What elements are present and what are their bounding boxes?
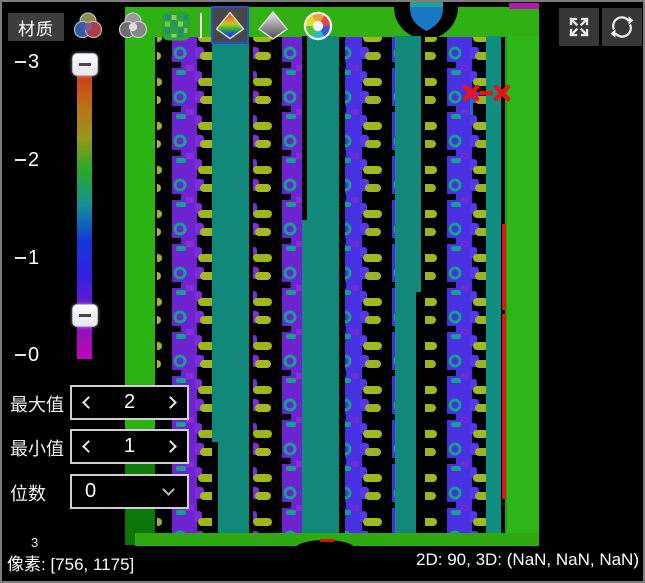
min-value: 1 xyxy=(93,435,166,458)
chevron-down-icon[interactable] xyxy=(162,483,175,496)
tick-mark xyxy=(15,159,26,161)
tick-label: 0 xyxy=(28,345,50,365)
measurement-line xyxy=(502,224,506,310)
expand-icon xyxy=(564,13,594,41)
texture-grid-mode-icon[interactable] xyxy=(161,11,191,41)
refresh-button[interactable] xyxy=(602,8,642,46)
height-colormap-mode-icon[interactable] xyxy=(211,6,249,44)
min-value-label: 最小值 xyxy=(10,435,64,461)
toolbar-separator xyxy=(200,13,202,38)
colorbar-max-handle[interactable] xyxy=(72,53,98,76)
coordinate-readout: 2D: 90, 3D: (NaN, NaN, NaN) xyxy=(416,550,639,570)
grayscale-mode-icon[interactable] xyxy=(117,10,149,42)
status-bar: 像素: [756, 1175] 2D: 90, 3D: (NaN, NaN, N… xyxy=(2,547,645,583)
material-label: 材质 xyxy=(8,13,64,41)
rainbow-pyramid-glyph xyxy=(214,9,246,41)
tick-mark xyxy=(15,257,26,259)
tick-label: 3 xyxy=(28,52,50,72)
color-wheel-mode-icon[interactable] xyxy=(303,11,333,41)
height-grayscale-mode-icon[interactable] xyxy=(256,8,290,42)
tick-mark xyxy=(15,61,26,63)
rgb-color-mode-icon[interactable] xyxy=(72,10,104,42)
digits-value: 0 xyxy=(72,480,96,503)
tick-label: 2 xyxy=(28,150,50,170)
tick-label: 1 xyxy=(28,248,50,268)
refresh-icon xyxy=(607,13,637,41)
max-value-label: 最大值 xyxy=(10,391,64,417)
increment-icon[interactable] xyxy=(164,440,177,453)
min-value-stepper[interactable]: 1 xyxy=(70,429,189,464)
pixel-position-readout: 像素: [756, 1175] xyxy=(7,550,134,575)
tick-mark xyxy=(15,354,26,356)
colorbar-min-handle[interactable] xyxy=(72,304,98,327)
max-value: 2 xyxy=(93,391,166,414)
viewer-window: 材质 xyxy=(0,0,645,583)
max-value-stepper[interactable]: 2 xyxy=(70,385,189,420)
digits-dropdown[interactable]: 0 xyxy=(70,474,189,509)
digits-label: 位数 xyxy=(10,480,46,506)
increment-icon[interactable] xyxy=(164,396,177,409)
expand-button[interactable] xyxy=(559,8,599,46)
